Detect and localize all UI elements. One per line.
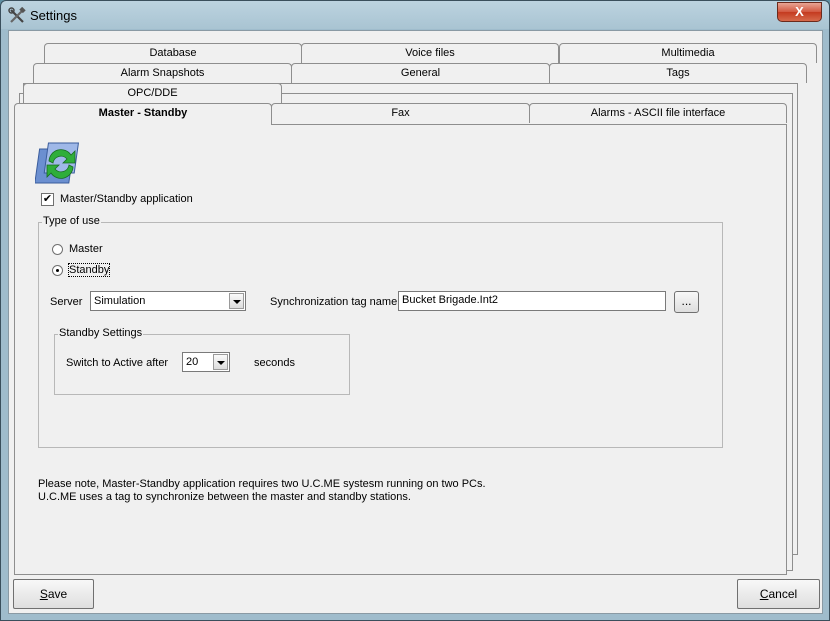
sync-arrows-icon	[35, 142, 80, 184]
chevron-down-icon[interactable]	[213, 354, 228, 370]
switch-seconds-value: 20	[186, 356, 199, 368]
sync-tag-label: Synchronization tag name	[270, 296, 398, 308]
switch-active-label: Switch to Active after	[66, 357, 169, 369]
radio-master[interactable]	[52, 244, 63, 255]
radio-master-label: Master	[69, 243, 103, 255]
tab-voice-files[interactable]: Voice files	[301, 43, 559, 63]
client-area: Database Voice files Multimedia Alarm Sn…	[8, 30, 823, 614]
sync-tag-input[interactable]: Bucket Brigade.Int2	[398, 291, 666, 311]
seconds-unit-label: seconds	[254, 357, 295, 369]
tab-database[interactable]: Database	[44, 43, 302, 63]
tab-opc-dde[interactable]: OPC/DDE	[23, 83, 282, 103]
note-line-2: U.C.ME uses a tag to synchronize between…	[38, 491, 411, 503]
settings-window: Settings X Database Voice files Multimed…	[0, 0, 830, 621]
master-standby-page: ✔ Master/Standby application Type of use…	[14, 124, 787, 575]
browse-tag-button[interactable]: ...	[674, 291, 699, 313]
tab-general[interactable]: General	[291, 63, 550, 83]
type-of-use-caption: Type of use	[42, 215, 101, 227]
tab-tags[interactable]: Tags	[549, 63, 807, 83]
tab-fax[interactable]: Fax	[271, 103, 530, 123]
radio-standby[interactable]	[52, 265, 63, 276]
server-label: Server	[50, 296, 83, 308]
tools-icon	[8, 7, 26, 23]
tab-alarms-ascii[interactable]: Alarms - ASCII file interface	[529, 103, 787, 123]
server-dropdown[interactable]: Simulation	[90, 291, 246, 311]
close-button[interactable]: X	[777, 2, 822, 22]
master-standby-checkbox[interactable]: ✔	[41, 193, 54, 206]
tab-master-standby[interactable]: Master - Standby	[14, 103, 272, 125]
tab-alarm-snapshots[interactable]: Alarm Snapshots	[33, 63, 292, 83]
server-dropdown-value: Simulation	[94, 295, 146, 307]
radio-standby-label: Standby	[67, 263, 111, 277]
cancel-button[interactable]: Cancel	[737, 579, 820, 609]
master-standby-checkbox-label: Master/Standby application	[60, 193, 193, 205]
window-title: Settings	[30, 8, 77, 23]
save-button[interactable]: Save	[13, 579, 94, 609]
note-line-1: Please note, Master-Standby application …	[38, 478, 486, 490]
switch-seconds-dropdown[interactable]: 20	[182, 352, 230, 372]
title-bar[interactable]: Settings X	[1, 1, 829, 31]
standby-settings-group: Standby Settings Switch to Active after …	[54, 327, 350, 395]
type-of-use-group: Type of use Master Standby Server Simula…	[38, 215, 723, 448]
close-icon: X	[795, 4, 804, 19]
chevron-down-icon[interactable]	[229, 293, 244, 309]
standby-settings-caption: Standby Settings	[58, 327, 144, 339]
tab-multimedia[interactable]: Multimedia	[559, 43, 817, 63]
